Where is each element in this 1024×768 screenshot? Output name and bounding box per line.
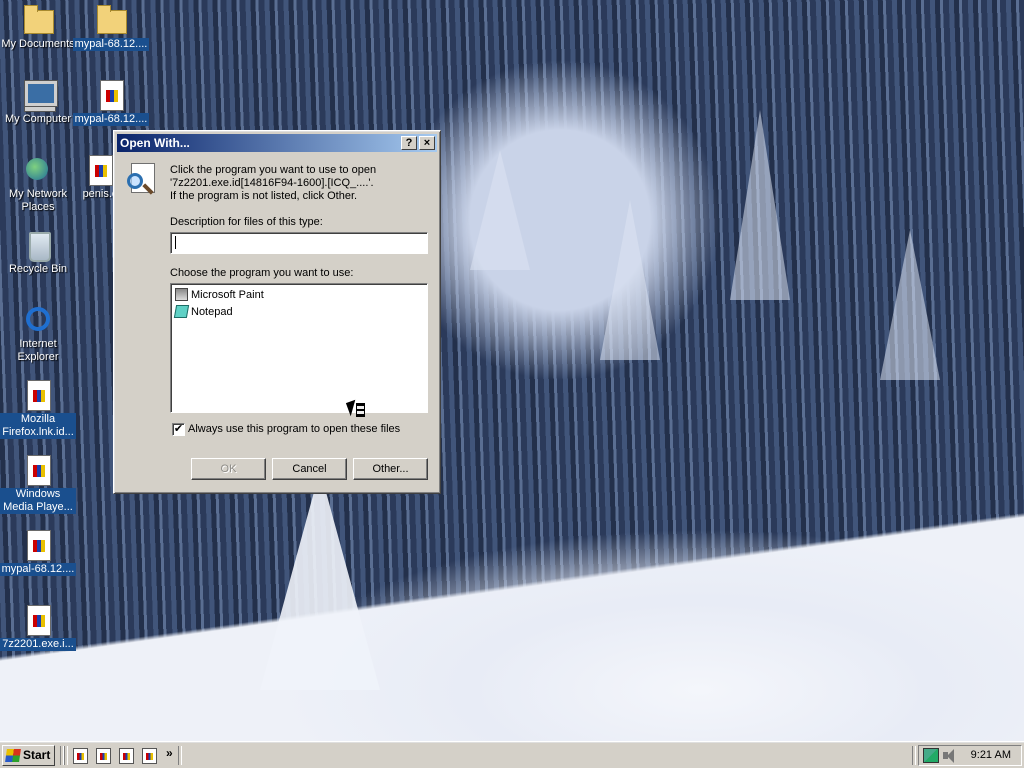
internet-explorer-icon <box>22 304 54 336</box>
notepad-icon <box>173 305 190 318</box>
computer-icon <box>22 79 57 111</box>
close-button[interactable]: × <box>419 136 435 150</box>
paint-icon <box>175 288 188 301</box>
media-file-icon <box>22 604 54 636</box>
programs-label: Choose the program you want to use: <box>170 267 354 279</box>
desktop-icon-label: 7z2201.exe.i... <box>0 638 76 651</box>
desktop-icon-mypal-folder[interactable]: mypal-68.12.... <box>73 4 149 51</box>
desktop-icon-7z2201[interactable]: 7z2201.exe.i... <box>0 604 76 651</box>
open-with-dialog: Open With... ? × Click the program you w… <box>113 130 441 494</box>
desktop-icon-label: My Documents <box>1 38 75 50</box>
media-file-icon <box>22 454 54 486</box>
media-file-icon <box>22 529 54 561</box>
system-tray: 9:21 AM <box>918 745 1022 766</box>
clock[interactable]: 9:21 AM <box>971 749 1011 762</box>
cancel-button[interactable]: Cancel <box>272 458 347 480</box>
help-button[interactable]: ? <box>401 136 417 150</box>
network-icon <box>22 154 54 186</box>
folder-icon <box>95 4 127 36</box>
always-use-checkbox[interactable]: ✔ <box>172 423 185 436</box>
desktop-icon-my-computer[interactable]: My Computer <box>0 79 76 126</box>
quick-launch-media-icon[interactable] <box>73 748 88 764</box>
volume-icon[interactable] <box>941 748 957 763</box>
list-item-notepad[interactable]: Notepad <box>173 304 233 320</box>
description-label: Description for files of this type: <box>170 216 323 228</box>
text-caret <box>175 236 176 249</box>
taskbar: Start » 9:21 AM <box>0 741 1024 768</box>
taskbar-divider <box>64 746 68 765</box>
desktop-icon-mypal-file-2[interactable]: mypal-68.12.... <box>0 529 76 576</box>
desktop-icon-my-documents[interactable]: My Documents <box>0 4 76 51</box>
desktop-icon-label: Windows Media Playe... <box>0 488 76 514</box>
desktop-icon-windows-media-player[interactable]: Windows Media Playe... <box>0 454 76 514</box>
taskbar-divider <box>178 746 182 765</box>
quick-launch-more-icon[interactable]: » <box>166 746 173 760</box>
desktop-icon-label: mypal-68.12.... <box>0 563 76 576</box>
media-file-icon <box>95 79 127 111</box>
instruction-line-3: If the program is not listed, click Othe… <box>170 190 358 202</box>
description-input[interactable] <box>170 232 428 254</box>
network-connection-icon[interactable] <box>923 748 939 763</box>
desktop-icon-label: Recycle Bin <box>8 263 68 275</box>
ok-button[interactable]: OK <box>191 458 266 480</box>
quick-launch-media-icon[interactable] <box>142 748 157 764</box>
desktop-icon-mypal-file[interactable]: mypal-68.12.... <box>73 79 149 126</box>
desktop-icon-label: My Computer <box>4 113 72 125</box>
start-label: Start <box>23 748 51 762</box>
dialog-title-bar[interactable]: Open With... ? × <box>117 134 437 152</box>
quick-launch-media-icon[interactable] <box>96 748 111 764</box>
recycle-bin-icon <box>22 229 54 262</box>
windows-logo-icon <box>5 749 21 762</box>
desktop-icon-label: mypal-68.12.... <box>73 38 149 51</box>
instruction-line-1: Click the program you want to use to ope… <box>170 164 377 176</box>
start-button[interactable]: Start <box>2 745 55 766</box>
program-list[interactable]: Microsoft Paint Notepad <box>170 283 428 413</box>
list-item-microsoft-paint[interactable]: Microsoft Paint <box>173 287 264 303</box>
desktop-icon-label: Mozilla Firefox.lnk.id... <box>0 413 76 439</box>
program-name: Notepad <box>191 306 233 318</box>
desktop-icon-recycle-bin[interactable]: Recycle Bin <box>0 229 76 276</box>
dialog-title: Open With... <box>120 136 190 150</box>
desktop-icon-mozilla-firefox[interactable]: Mozilla Firefox.lnk.id... <box>0 379 76 439</box>
taskbar-divider <box>912 746 916 765</box>
always-use-label[interactable]: Always use this program to open these fi… <box>188 423 400 436</box>
desktop-icon-label: Internet Explorer <box>17 338 59 363</box>
program-name: Microsoft Paint <box>191 289 264 301</box>
folder-icon <box>22 4 54 36</box>
quick-launch-media-icon[interactable] <box>119 748 134 764</box>
instruction-line-2: '7z2201.exe.id[14816F94-1600].[ICQ_....'… <box>170 177 374 189</box>
media-file-icon <box>84 154 116 186</box>
other-button[interactable]: Other... <box>353 458 428 480</box>
media-file-icon <box>22 379 54 411</box>
desktop-icon-label: mypal-68.12.... <box>73 113 149 126</box>
desktop-icon-internet-explorer[interactable]: Internet Explorer <box>0 304 76 364</box>
search-document-icon <box>127 163 159 197</box>
